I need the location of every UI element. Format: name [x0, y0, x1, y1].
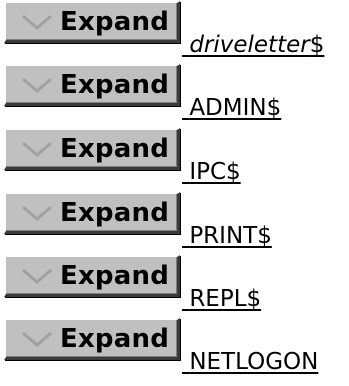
expand-button[interactable]: Expand	[4, 1, 180, 43]
share-row-repl: Expand REPL$	[4, 255, 344, 315]
share-row-admin: Expand ADMIN$	[4, 64, 344, 124]
chevron-down-icon	[22, 205, 52, 221]
expand-button[interactable]: Expand	[4, 64, 180, 106]
share-link-suffix: NETLOGON	[189, 349, 319, 375]
share-row-netlogon: Expand NETLOGON	[4, 318, 344, 378]
share-link-repl[interactable]: REPL$	[182, 285, 261, 313]
chevron-down-icon	[22, 77, 52, 93]
chevron-down-icon	[22, 14, 52, 30]
share-row-print: Expand PRINT$	[4, 192, 344, 252]
expand-label: Expand	[60, 260, 170, 291]
share-link-ipc[interactable]: IPC$	[182, 158, 241, 186]
expand-label: Expand	[60, 6, 170, 37]
share-link-italic: driveletter	[189, 32, 310, 58]
share-link-print[interactable]: PRINT$	[182, 222, 272, 250]
expand-button[interactable]: Expand	[4, 192, 180, 234]
share-link-suffix: REPL$	[189, 286, 262, 312]
chevron-down-icon	[22, 141, 52, 157]
expand-button[interactable]: Expand	[4, 128, 180, 170]
share-link-suffix: $	[309, 32, 325, 58]
share-row-ipc: Expand IPC$	[4, 128, 344, 188]
expand-label: Expand	[60, 323, 170, 354]
expand-button[interactable]: Expand	[4, 255, 180, 297]
expand-button[interactable]: Expand	[4, 318, 180, 360]
share-link-driveletter[interactable]: driveletter$	[182, 31, 324, 59]
share-list: Expand driveletter$ Expand ADMIN$ Expand…	[0, 0, 349, 386]
share-link-admin[interactable]: ADMIN$	[182, 94, 281, 122]
share-link-netlogon[interactable]: NETLOGON	[182, 348, 318, 376]
share-link-suffix: IPC$	[189, 159, 241, 185]
expand-label: Expand	[60, 69, 170, 100]
share-link-suffix: ADMIN$	[189, 95, 282, 121]
expand-label: Expand	[60, 133, 170, 164]
expand-label: Expand	[60, 197, 170, 228]
chevron-down-icon	[22, 268, 52, 284]
share-row-driveletter: Expand driveletter$	[4, 1, 344, 61]
chevron-down-icon	[22, 331, 52, 347]
share-link-suffix: PRINT$	[189, 223, 272, 249]
